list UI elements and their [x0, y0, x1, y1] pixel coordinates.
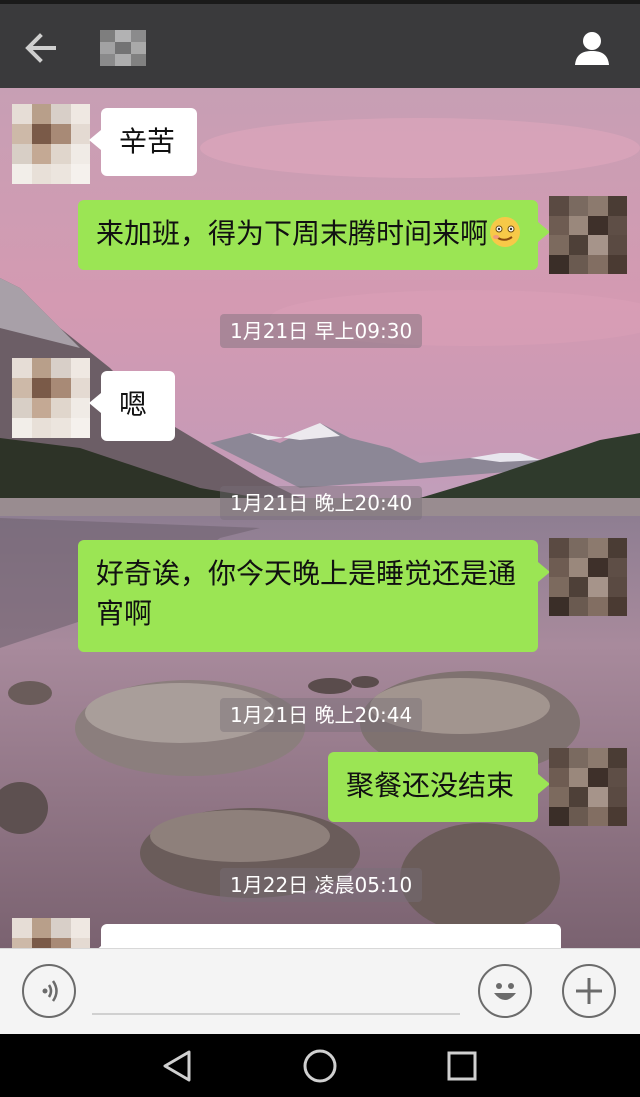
message-text: 辛苦 [119, 125, 176, 158]
message-list[interactable]: 辛苦 来加班，得为下周末腾时间来啊 1月21日 早上09:30 嗯 1月21日 … [0, 88, 640, 948]
chat-title-redacted [100, 30, 146, 66]
square-recents-icon [447, 1051, 477, 1081]
nav-home-button[interactable] [301, 1048, 339, 1084]
timestamp: 1月21日 晚上20:44 [220, 698, 423, 732]
message-bubble-sent[interactable]: 聚餐还没结束 [328, 752, 550, 822]
voice-input-button[interactable] [22, 964, 76, 1018]
arrow-left-icon [25, 33, 56, 63]
plus-icon [576, 978, 602, 1004]
message-input-bar [0, 948, 640, 1034]
nav-recents-button[interactable] [443, 1048, 481, 1084]
timestamp: 1月21日 早上09:30 [220, 314, 423, 348]
back-button[interactable] [18, 26, 64, 70]
message-bubble-received-partial[interactable] [89, 924, 561, 948]
timestamp: 1月21日 晚上20:40 [220, 486, 423, 520]
message-text: 来加班，得为下周末腾时间来啊 [96, 217, 489, 250]
contact-avatar[interactable] [12, 918, 90, 948]
message-text: 嗯 [119, 388, 148, 421]
my-avatar[interactable] [549, 196, 627, 274]
message-input-field[interactable] [92, 1013, 460, 1015]
triangle-back-icon [163, 1050, 191, 1082]
contact-avatar[interactable] [12, 104, 90, 184]
smirk-emoji-icon [490, 217, 521, 247]
chat-header [0, 0, 640, 88]
chat-info-button[interactable] [570, 26, 614, 70]
my-avatar[interactable] [549, 538, 627, 616]
message-bubble-sent[interactable]: 来加班，得为下周末腾时间来啊 [78, 200, 550, 270]
nav-back-button[interactable] [158, 1048, 196, 1084]
my-avatar[interactable] [549, 748, 627, 826]
contact-avatar[interactable] [12, 358, 90, 438]
message-text: 好奇诶，你今天晚上是睡觉还是通宵啊 [96, 557, 517, 630]
message-bubble-received[interactable]: 嗯 [89, 371, 175, 441]
more-actions-button[interactable] [562, 964, 616, 1018]
emoji-button[interactable] [478, 964, 532, 1018]
smiley-icon [494, 983, 516, 1000]
timestamp: 1月22日 凌晨05:10 [220, 868, 423, 902]
message-bubble-received[interactable]: 辛苦 [89, 108, 197, 176]
person-icon [575, 32, 609, 65]
voice-icon [42, 980, 58, 1002]
message-bubble-sent[interactable]: 好奇诶，你今天晚上是睡觉还是通宵啊 [78, 540, 550, 652]
circle-home-icon [303, 1049, 337, 1083]
system-navigation-bar [0, 1034, 640, 1097]
message-text: 聚餐还没结束 [346, 769, 515, 802]
